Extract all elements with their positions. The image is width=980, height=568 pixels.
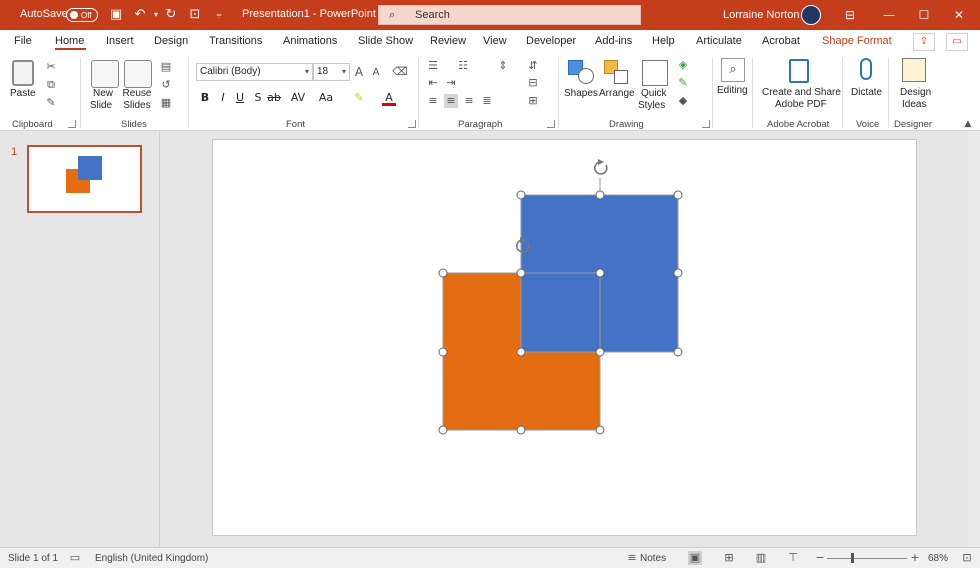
slide-count: Slide 1 of 1 [8, 553, 59, 564]
spelling-icon[interactable]: ▭ [68, 551, 82, 565]
resize-handle[interactable] [516, 425, 526, 435]
normal-view-icon[interactable]: ▣ [688, 551, 702, 565]
resize-handle[interactable] [438, 347, 448, 357]
slide-sorter-icon[interactable]: ⊞ [722, 551, 736, 565]
vertical-scrollbar[interactable] [968, 131, 980, 547]
zoom-slider-thumb[interactable] [851, 553, 854, 563]
resize-handle[interactable] [673, 190, 683, 200]
resize-handle[interactable] [595, 347, 605, 357]
reading-view-icon[interactable]: ▥ [754, 551, 768, 565]
zoom-out-icon[interactable]: − [813, 551, 827, 565]
resize-handle[interactable] [595, 268, 605, 278]
slide-shapes [438, 159, 683, 435]
status-bar: Slide 1 of 1 ▭ English (United Kingdom) … [0, 547, 980, 568]
zoom-in-icon[interactable]: + [908, 551, 922, 565]
resize-handle[interactable] [438, 425, 448, 435]
resize-handle[interactable] [595, 425, 605, 435]
slideshow-icon[interactable]: ⊤ [786, 551, 800, 565]
resize-handle[interactable] [673, 268, 683, 278]
zoom-level[interactable]: 68% [928, 553, 948, 564]
resize-handle[interactable] [516, 347, 526, 357]
zoom-slider[interactable] [827, 558, 907, 559]
overlap-region [521, 273, 600, 352]
notes-button[interactable]: Notes [640, 553, 666, 564]
notes-icon[interactable]: ≡ [625, 551, 639, 565]
resize-handle[interactable] [595, 190, 605, 200]
rotate-arrow [598, 159, 604, 165]
language-status[interactable]: English (United Kingdom) [95, 553, 208, 564]
resize-handle[interactable] [516, 190, 526, 200]
fit-to-window-icon[interactable]: ⊡ [960, 551, 974, 565]
resize-handle[interactable] [516, 268, 526, 278]
resize-handle[interactable] [438, 268, 448, 278]
rotate-handle-icon[interactable] [593, 161, 608, 175]
resize-handle[interactable] [673, 347, 683, 357]
